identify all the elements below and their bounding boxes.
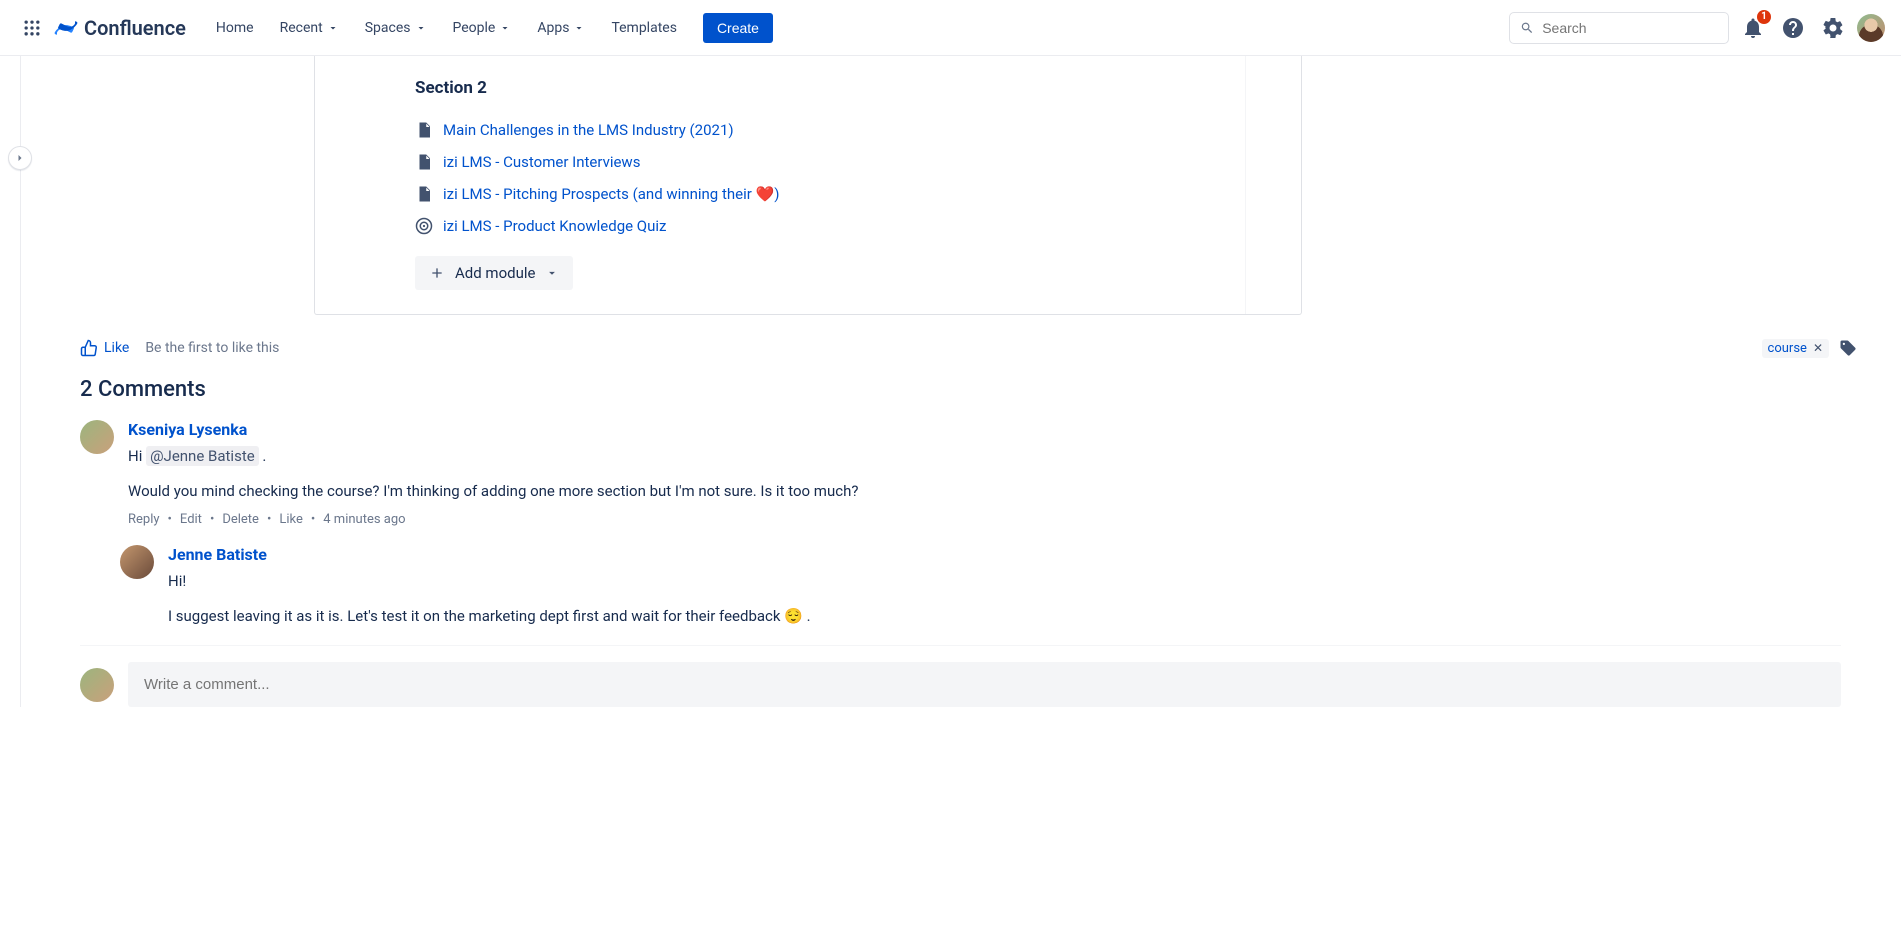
- chevron-right-icon: [14, 152, 26, 164]
- like-label: Like: [104, 340, 129, 356]
- page-icon: [415, 121, 433, 139]
- notif-badge: 1: [1757, 10, 1771, 24]
- module-item[interactable]: izi LMS - Pitching Prospects (and winnin…: [415, 178, 1221, 210]
- remove-label-icon[interactable]: ✕: [1813, 341, 1823, 355]
- comment-input-row: [80, 645, 1841, 707]
- mention[interactable]: @Jenne Batiste: [146, 446, 259, 466]
- plus-icon: [429, 265, 445, 281]
- reply-link[interactable]: Reply: [128, 512, 160, 527]
- nav-people[interactable]: People: [443, 14, 522, 42]
- nav-home[interactable]: Home: [206, 14, 264, 42]
- comment-avatar[interactable]: [120, 545, 154, 579]
- sidebar-expand-button[interactable]: [8, 146, 32, 170]
- nav-templates[interactable]: Templates: [601, 14, 687, 42]
- comment-time: 4 minutes ago: [323, 512, 405, 527]
- create-button[interactable]: Create: [703, 13, 773, 43]
- course-section-panel: Section 2 Main Challenges in the LMS Ind…: [314, 56, 1302, 315]
- chevron-down-icon: [499, 22, 511, 34]
- page-icon: [415, 185, 433, 203]
- comment-actions: Reply Edit Delete Like 4 minutes ago: [128, 512, 1841, 527]
- help-icon: [1781, 16, 1805, 40]
- gear-icon: [1821, 16, 1845, 40]
- heart-icon: ❤️: [756, 185, 775, 203]
- comment-reply: Jenne Batiste Hi! I suggest leaving it a…: [120, 545, 1841, 627]
- top-nav: Confluence Home Recent Spaces People App…: [0, 0, 1901, 56]
- current-user-avatar[interactable]: [80, 668, 114, 702]
- profile-avatar[interactable]: [1857, 14, 1885, 42]
- comments-title: 2 Comments: [80, 377, 1841, 402]
- like-info: Be the first to like this: [145, 340, 279, 356]
- comment-author[interactable]: Jenne Batiste: [168, 545, 1841, 564]
- edit-link[interactable]: Edit: [180, 512, 202, 527]
- module-item-label: Main Challenges in the LMS Industry (202…: [443, 121, 734, 139]
- nav-spaces[interactable]: Spaces: [355, 14, 437, 42]
- page-icon: [415, 153, 433, 171]
- module-item-label: izi LMS - Pitching Prospects (and winnin…: [443, 185, 779, 203]
- comment-text: Hi!: [168, 570, 1841, 593]
- add-module-label: Add module: [455, 264, 535, 282]
- chevron-down-icon: [545, 266, 559, 280]
- like-link[interactable]: Like: [279, 512, 303, 527]
- comments-section: 2 Comments Kseniya Lysenka Hi @Jenne Bat…: [80, 377, 1841, 627]
- module-right-gutter: [1245, 56, 1301, 314]
- nav-right: 1: [1509, 12, 1885, 44]
- search-input[interactable]: [1542, 20, 1718, 36]
- module-item[interactable]: izi LMS - Customer Interviews: [415, 146, 1221, 178]
- comment-text: Hi @Jenne Batiste .: [128, 445, 1841, 468]
- comment-text: I suggest leaving it as it is. Let's tes…: [168, 605, 1841, 628]
- module-item[interactable]: Main Challenges in the LMS Industry (202…: [415, 114, 1221, 146]
- comment: Kseniya Lysenka Hi @Jenne Batiste . Woul…: [80, 420, 1841, 527]
- help-button[interactable]: [1777, 12, 1809, 44]
- notifications-button[interactable]: 1: [1737, 12, 1769, 44]
- module-item-label: izi LMS - Product Knowledge Quiz: [443, 217, 666, 235]
- chevron-down-icon: [573, 22, 585, 34]
- add-label-icon[interactable]: [1839, 339, 1857, 357]
- comment-author[interactable]: Kseniya Lysenka: [128, 420, 1841, 439]
- search-box[interactable]: [1509, 12, 1729, 44]
- delete-link[interactable]: Delete: [222, 512, 259, 527]
- confluence-logo-icon: [54, 16, 78, 40]
- chevron-down-icon: [415, 22, 427, 34]
- comment-avatar[interactable]: [80, 420, 114, 454]
- chevron-down-icon: [327, 22, 339, 34]
- label-chip[interactable]: course ✕: [1762, 339, 1829, 358]
- brand-link[interactable]: Confluence: [54, 16, 186, 40]
- module-item-label: izi LMS - Customer Interviews: [443, 153, 640, 171]
- settings-button[interactable]: [1817, 12, 1849, 44]
- nav-recent[interactable]: Recent: [270, 14, 349, 42]
- quiz-icon: [415, 217, 433, 235]
- primary-nav: Home Recent Spaces People Apps Templates…: [206, 13, 773, 43]
- search-icon: [1520, 20, 1534, 36]
- like-row: Like Be the first to like this course ✕: [80, 339, 1901, 357]
- comment-input[interactable]: [128, 662, 1841, 707]
- comment-text: Would you mind checking the course? I'm …: [128, 480, 1841, 503]
- add-module-button[interactable]: Add module: [415, 256, 573, 290]
- like-button[interactable]: Like: [80, 339, 129, 357]
- thumbs-up-icon: [80, 339, 98, 357]
- brand-text: Confluence: [84, 16, 186, 40]
- relieved-emoji-icon: 😌: [784, 607, 803, 625]
- section-title: Section 2: [415, 78, 1221, 98]
- nav-apps[interactable]: Apps: [527, 14, 595, 42]
- module-item[interactable]: izi LMS - Product Knowledge Quiz: [415, 210, 1221, 242]
- app-switcher-icon[interactable]: [16, 12, 48, 44]
